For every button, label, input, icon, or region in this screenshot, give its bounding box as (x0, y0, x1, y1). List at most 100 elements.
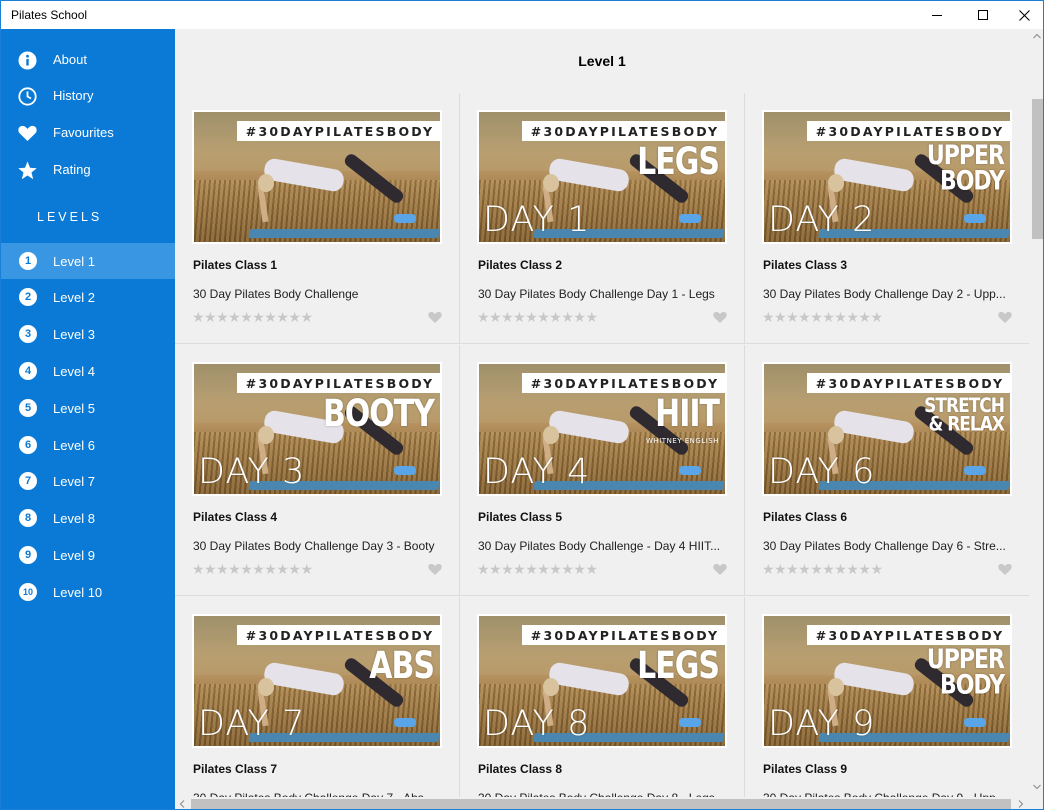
class-card[interactable]: #30DAYPILATESBODY BOOTY DAY 3 Pilates Cl… (175, 345, 460, 596)
class-card[interactable]: #30DAYPILATESBODY LEGS DAY 1 Pilates Cla… (460, 93, 745, 344)
class-title[interactable]: Pilates Class 4 (193, 510, 277, 524)
sidebar-item-about[interactable]: About (1, 42, 175, 78)
level-number-badge: 4 (19, 362, 37, 380)
level-label: Level 6 (53, 438, 95, 453)
thumbnail-hashtag: #30DAYPILATESBODY (522, 121, 725, 141)
sidebar-item-history[interactable]: History (1, 78, 175, 114)
class-title[interactable]: Pilates Class 9 (763, 762, 847, 776)
class-thumbnail[interactable]: #30DAYPILATESBODY UPPER BODY DAY 2 (762, 110, 1012, 244)
sidebar-level-9[interactable]: 9 Level 9 (1, 537, 175, 573)
sidebar-level-1[interactable]: 1 Level 1 (1, 243, 175, 279)
maximize-button[interactable] (960, 1, 1006, 29)
class-card[interactable]: #30DAYPILATESBODY Pilates Class 1 30 Day… (175, 93, 460, 344)
class-description: 30 Day Pilates Body Challenge Day 2 - Up… (763, 287, 1006, 301)
rating-stars[interactable]: ★★★★★★★★★★ (192, 309, 313, 326)
class-title[interactable]: Pilates Class 2 (478, 258, 562, 272)
sidebar-level-3[interactable]: 3 Level 3 (1, 316, 175, 352)
heart-outline-icon[interactable] (713, 563, 727, 576)
level-number-badge: 7 (19, 472, 37, 490)
sidebar: About History Favourites Rating LEVELS 1… (1, 29, 175, 809)
vertical-scrollbar[interactable] (1029, 29, 1043, 797)
sidebar-item-label: About (53, 52, 87, 67)
thumbnail-focus-text: HIIT WHITNEY ENGLISH (646, 392, 720, 445)
minimize-button[interactable] (914, 1, 960, 29)
horizontal-scrollbar[interactable] (175, 797, 1029, 809)
level-label: Level 7 (53, 474, 95, 489)
level-label: Level 8 (53, 511, 95, 526)
thumbnail-day-text: DAY 2 (768, 200, 876, 240)
heart-outline-icon[interactable] (713, 311, 727, 324)
thumbnail-day-text: DAY 9 (768, 704, 876, 744)
class-thumbnail[interactable]: #30DAYPILATESBODY LEGS DAY 1 (477, 110, 727, 244)
class-card[interactable]: #30DAYPILATESBODY LEGS DAY 8 Pilates Cla… (460, 597, 745, 809)
thumbnail-focus-text: UPPER BODY (926, 141, 1005, 197)
level-label: Level 10 (53, 585, 103, 600)
sidebar-level-5[interactable]: 5 Level 5 (1, 390, 175, 426)
class-description: 30 Day Pilates Body Challenge Day 3 - Bo… (193, 539, 435, 553)
class-description: 30 Day Pilates Body Challenge - Day 4 HI… (478, 539, 721, 553)
class-title[interactable]: Pilates Class 8 (478, 762, 562, 776)
rating-stars[interactable]: ★★★★★★★★★★ (762, 309, 883, 326)
scroll-up-icon[interactable] (1033, 33, 1041, 39)
sidebar-item-label: History (53, 88, 94, 103)
class-card[interactable]: #30DAYPILATESBODY HIIT WHITNEY ENGLISH DA… (460, 345, 745, 596)
class-thumbnail[interactable]: #30DAYPILATESBODY UPPER BODY DAY 9 (762, 614, 1012, 748)
class-title[interactable]: Pilates Class 6 (763, 510, 847, 524)
class-thumbnail[interactable]: #30DAYPILATESBODY STRETCH & RELAX DAY 6 (762, 362, 1012, 496)
thumbnail-focus-text: LEGS (637, 644, 720, 688)
class-title[interactable]: Pilates Class 3 (763, 258, 847, 272)
vertical-scroll-thumb[interactable] (1032, 99, 1043, 239)
thumbnail-image: #30DAYPILATESBODY UPPER BODY DAY 9 (764, 616, 1010, 746)
thumbnail-image: #30DAYPILATESBODY ABS DAY 7 (194, 616, 440, 746)
rating-stars[interactable]: ★★★★★★★★★★ (762, 561, 883, 578)
class-thumbnail[interactable]: #30DAYPILATESBODY BOOTY DAY 3 (192, 362, 442, 496)
class-thumbnail[interactable]: #30DAYPILATESBODY HIIT WHITNEY ENGLISH DA… (477, 362, 727, 496)
close-button[interactable] (1001, 1, 1043, 29)
sidebar-level-8[interactable]: 8 Level 8 (1, 500, 175, 536)
minimize-icon (932, 15, 942, 16)
level-number-badge: 1 (19, 252, 37, 270)
class-card[interactable]: #30DAYPILATESBODY UPPER BODY DAY 2 Pilate… (745, 93, 1030, 344)
thumbnail-focus-text: STRETCH & RELAX (924, 394, 1005, 437)
level-number-badge: 10 (19, 583, 37, 601)
level-label: Level 3 (53, 327, 95, 342)
sidebar-level-6[interactable]: 6 Level 6 (1, 427, 175, 463)
heart-outline-icon[interactable] (428, 311, 442, 324)
heart-outline-icon[interactable] (998, 311, 1012, 324)
sidebar-level-10[interactable]: 10 Level 10 (1, 574, 175, 610)
scroll-right-icon[interactable] (1018, 800, 1024, 808)
class-thumbnail[interactable]: #30DAYPILATESBODY (192, 110, 442, 244)
class-card[interactable]: #30DAYPILATESBODY STRETCH & RELAX DAY 6 P… (745, 345, 1030, 596)
sidebar-level-2[interactable]: 2 Level 2 (1, 279, 175, 315)
level-number-badge: 5 (19, 399, 37, 417)
thumbnail-image: #30DAYPILATESBODY LEGS DAY 8 (479, 616, 725, 746)
thumbnail-hashtag: #30DAYPILATESBODY (522, 625, 725, 645)
class-card[interactable]: #30DAYPILATESBODY ABS DAY 7 Pilates Clas… (175, 597, 460, 809)
sidebar-level-7[interactable]: 7 Level 7 (1, 463, 175, 499)
heart-icon (18, 124, 37, 143)
sidebar-item-favourites[interactable]: Favourites (1, 115, 175, 151)
sidebar-item-rating[interactable]: Rating (1, 152, 175, 188)
horizontal-scroll-thumb[interactable] (191, 799, 1011, 809)
class-title[interactable]: Pilates Class 7 (193, 762, 277, 776)
class-title[interactable]: Pilates Class 5 (478, 510, 562, 524)
thumbnail-day-text: DAY 3 (198, 452, 306, 492)
rating-stars[interactable]: ★★★★★★★★★★ (477, 309, 598, 326)
heart-outline-icon[interactable] (998, 563, 1012, 576)
scroll-left-icon[interactable] (179, 800, 185, 808)
rating-stars[interactable]: ★★★★★★★★★★ (192, 561, 313, 578)
class-card[interactable]: #30DAYPILATESBODY UPPER BODY DAY 9 Pilate… (745, 597, 1030, 809)
thumbnail-image: #30DAYPILATESBODY BOOTY DAY 3 (194, 364, 440, 494)
rating-stars[interactable]: ★★★★★★★★★★ (477, 561, 598, 578)
scroll-down-icon[interactable] (1033, 784, 1041, 790)
sidebar-level-4[interactable]: 4 Level 4 (1, 353, 175, 389)
heart-outline-icon[interactable] (428, 563, 442, 576)
class-thumbnail[interactable]: #30DAYPILATESBODY ABS DAY 7 (192, 614, 442, 748)
thumbnail-day-text: DAY 1 (483, 200, 591, 240)
class-thumbnail[interactable]: #30DAYPILATESBODY LEGS DAY 8 (477, 614, 727, 748)
thumbnail-hashtag: #30DAYPILATESBODY (807, 373, 1010, 393)
star-icon (18, 161, 37, 180)
class-title[interactable]: Pilates Class 1 (193, 258, 277, 272)
levels-heading: LEVELS (37, 210, 103, 224)
thumbnail-image: #30DAYPILATESBODY UPPER BODY DAY 2 (764, 112, 1010, 242)
